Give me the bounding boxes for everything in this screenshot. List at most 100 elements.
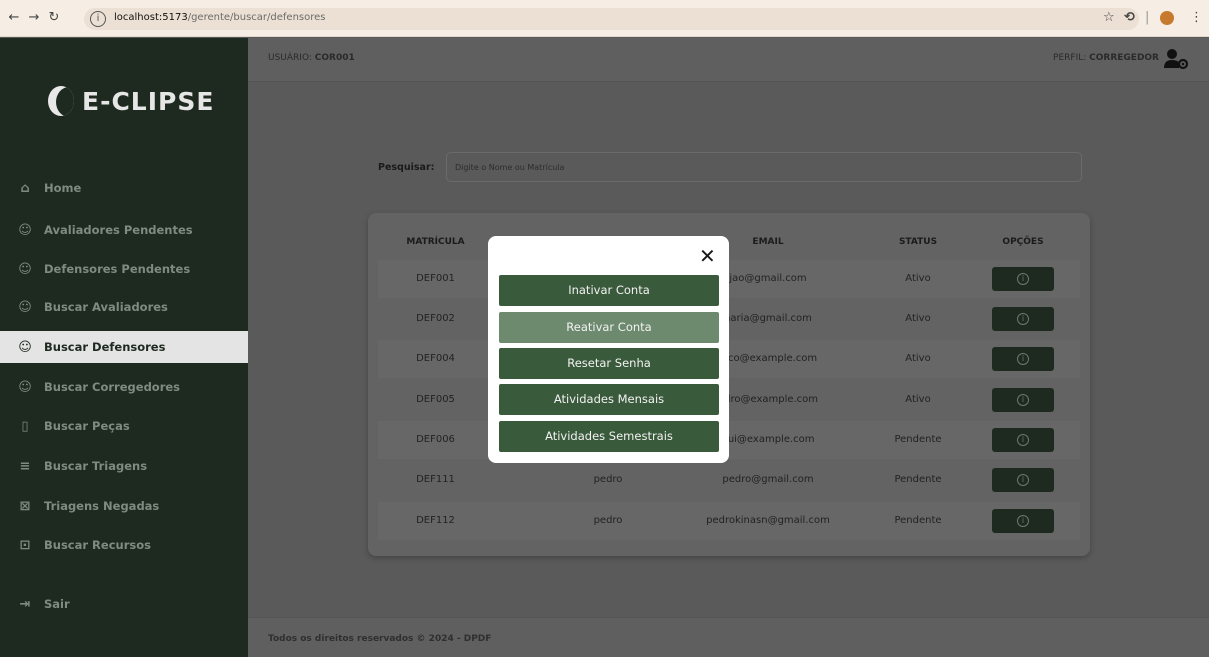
cell-status: Pendente <box>894 515 942 526</box>
options-button[interactable]: i <box>992 307 1054 331</box>
sidebar-item-label: Triagens Negadas <box>44 499 160 513</box>
file-icon: ▯ <box>21 418 29 434</box>
user-prefix: USUÁRIO: <box>268 53 315 63</box>
sidebar-item-buscar-defensores[interactable]: ☺ Buscar Defensores <box>0 331 248 363</box>
user-icon: ☺ <box>18 379 32 395</box>
cell-matricula: DEF001 <box>416 273 455 284</box>
site-info-icon[interactable]: i <box>90 11 106 27</box>
info-icon: i <box>1017 434 1029 446</box>
sidebar-item-label: Home <box>44 181 82 195</box>
sidebar-item-buscar-corregedores[interactable]: ☺ Buscar Corregedores <box>0 371 248 403</box>
profile-avatar-icon[interactable] <box>1160 11 1174 25</box>
back-arrow-icon[interactable]: ← <box>6 10 22 26</box>
table-row: DEF004 nico@example.com Ativo i <box>378 340 1080 378</box>
bookmark-star-icon[interactable]: ☆ <box>1103 10 1115 26</box>
cell-matricula: DEF004 <box>416 353 455 364</box>
cell-matricula: DEF002 <box>416 313 455 324</box>
cell-status: Ativo <box>905 394 931 405</box>
column-header-status: STATUS <box>898 237 938 247</box>
table-row: DEF002 naria@gmail.com Ativo i <box>378 300 1080 338</box>
footer-text: Todos os direitos reservados © 2024 - DP… <box>268 634 492 644</box>
sidebar-item-label: Defensores Pendentes <box>44 262 191 276</box>
profile-value: CORREGEDOR <box>1089 53 1159 63</box>
cell-status: Ativo <box>905 313 931 324</box>
sidebar-item-defensores-pendentes[interactable]: ☺ Defensores Pendentes <box>0 253 248 285</box>
user-search-icon: ☺ <box>18 339 32 355</box>
cell-matricula: DEF005 <box>416 394 455 405</box>
sidebar-item-home[interactable]: ⌂ Home <box>0 172 248 204</box>
options-button[interactable]: i <box>992 388 1054 412</box>
inativar-conta-button[interactable]: Inativar Conta <box>499 275 719 306</box>
info-icon: i <box>1017 273 1029 285</box>
cell-status: Pendente <box>894 434 942 445</box>
url-text[interactable]: localhost:5173/gerente/buscar/defensores <box>114 12 326 23</box>
cell-nome: pedro <box>593 515 623 526</box>
close-icon[interactable]: ✕ <box>699 246 716 266</box>
sidebar-item-label: Buscar Triagens <box>44 459 148 473</box>
options-button[interactable]: i <box>992 347 1054 371</box>
cell-status: Ativo <box>905 353 931 364</box>
cell-status: Pendente <box>894 474 942 485</box>
logout-icon: ⇥ <box>19 596 31 612</box>
column-header-email: EMAIL <box>752 237 784 247</box>
atividades-semestrais-button[interactable]: Atividades Semestrais <box>499 421 719 452</box>
page-footer: Todos os direitos reservados © 2024 - DP… <box>248 617 1209 657</box>
browser-toolbar: ← → ↻ i localhost:5173/gerente/buscar/de… <box>0 0 1209 37</box>
resetar-senha-button[interactable]: Resetar Senha <box>499 348 719 379</box>
options-modal: ✕ Inativar Conta Reativar Conta Resetar … <box>488 236 729 463</box>
sidebar-item-label: Avaliadores Pendentes <box>44 223 193 237</box>
search-input[interactable] <box>446 152 1082 182</box>
sidebar-item-label: Buscar Corregedores <box>44 380 181 394</box>
forward-arrow-icon[interactable]: → <box>26 10 42 26</box>
info-icon: i <box>1017 515 1029 527</box>
logo-text: E-CLIPSE <box>82 86 215 116</box>
sidebar-item-sair[interactable]: ⇥ Sair <box>0 588 248 620</box>
user-value: COR001 <box>314 53 355 63</box>
options-button[interactable]: i <box>992 428 1054 452</box>
table-row: DEF111 pedro pedro@gmail.com Pendente i <box>378 461 1080 499</box>
user-info: USUÁRIO: COR001 <box>268 53 355 63</box>
table-row: DEF005 edro@example.com Ativo i <box>378 381 1080 419</box>
profile-info: PERFIL: CORREGEDOR <box>1053 53 1159 63</box>
browser-menu-icon[interactable]: ⋮ <box>1190 10 1203 26</box>
cell-status: Ativo <box>905 273 931 284</box>
reload-icon[interactable]: ↻ <box>46 10 62 26</box>
table-row: DEF006 gui@example.com Pendente i <box>378 421 1080 459</box>
column-header-opcoes: OPÇÕES <box>1002 237 1044 247</box>
options-button[interactable]: i <box>992 509 1054 533</box>
url-host: localhost:5173 <box>114 12 188 23</box>
search-label: Pesquisar: <box>378 162 435 173</box>
cell-matricula: DEF111 <box>416 474 455 485</box>
options-button[interactable]: i <box>992 468 1054 492</box>
options-button[interactable]: i <box>992 267 1054 291</box>
moon-logo-icon <box>48 86 74 116</box>
reativar-conta-button[interactable]: Reativar Conta <box>499 312 719 343</box>
info-icon: i <box>1017 474 1029 486</box>
sidebar-item-label: Buscar Recursos <box>44 538 151 552</box>
user-icon: ☺ <box>18 261 32 277</box>
cell-matricula: DEF006 <box>416 434 455 445</box>
cell-nome: pedro <box>593 474 623 485</box>
sidebar: E-CLIPSE ⌂ Home ☺ Avaliadores Pendentes … <box>0 38 248 657</box>
user-search-icon: ☺ <box>18 299 32 315</box>
extensions-icon[interactable]: ⟲ <box>1124 10 1135 26</box>
atividades-mensais-button[interactable]: Atividades Mensais <box>499 384 719 415</box>
sidebar-item-avaliadores-pendentes[interactable]: ☺ Avaliadores Pendentes <box>0 214 248 246</box>
sidebar-item-label: Buscar Avaliadores <box>44 300 168 314</box>
sidebar-item-buscar-avaliadores[interactable]: ☺ Buscar Avaliadores <box>0 291 248 323</box>
address-bar[interactable]: i localhost:5173/gerente/buscar/defensor… <box>84 8 1139 30</box>
archive-icon: ⊠ <box>19 498 31 514</box>
cell-matricula: DEF112 <box>416 515 455 526</box>
app-logo: E-CLIPSE <box>48 86 214 116</box>
table-row: DEF001 jao@gmail.com Ativo i <box>378 260 1080 298</box>
defensores-table: MATRÍCULA EMAIL STATUS OPÇÕES DEF001 jao… <box>368 213 1090 556</box>
column-header-matricula: MATRÍCULA <box>406 237 465 247</box>
sidebar-item-triagens-negadas[interactable]: ⊠ Triagens Negadas <box>0 490 248 522</box>
profile-prefix: PERFIL: <box>1053 53 1090 63</box>
sidebar-item-buscar-pecas[interactable]: ▯ Buscar Peças <box>0 410 248 442</box>
sidebar-item-buscar-recursos[interactable]: ⊡ Buscar Recursos <box>0 529 248 561</box>
user-icon: ☺ <box>18 222 32 238</box>
user-settings-icon[interactable] <box>1163 48 1189 70</box>
cell-email: pedro@gmail.com <box>722 474 814 485</box>
sidebar-item-buscar-triagens[interactable]: ≡ Buscar Triagens <box>0 450 248 482</box>
